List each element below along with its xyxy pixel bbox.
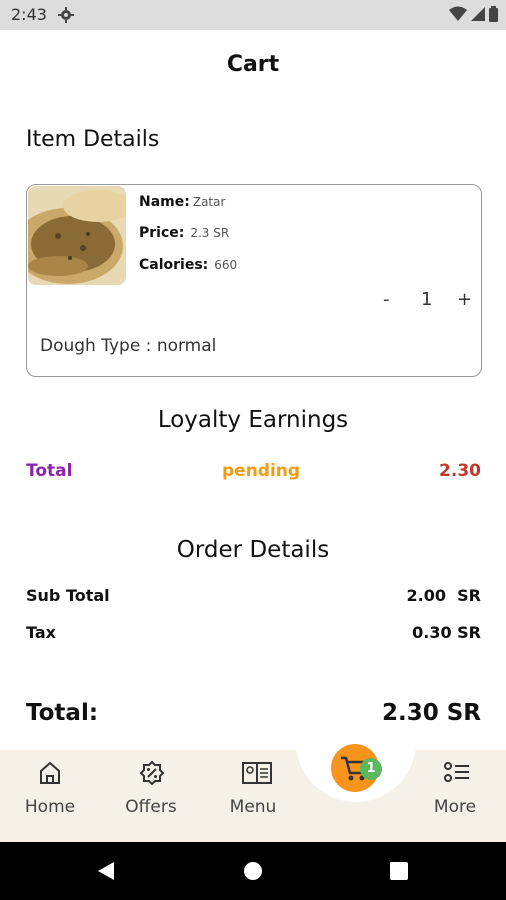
home-icon [40,761,60,784]
item-calories-row: Calories: 660 [139,257,237,273]
quantity-value: 1 [421,289,433,310]
signal-icon [471,7,485,21]
nav-menu[interactable]: Menu [213,750,293,842]
nav-more[interactable]: More [415,750,495,842]
item-image [28,186,126,285]
loyalty-pending-label: pending [222,461,301,481]
item-price-row: Price: 2.3 SR [139,225,229,241]
page-title: Cart [226,52,280,77]
tax-row: Tax 0.30 SR [26,623,481,642]
nav-home[interactable]: Home [10,750,90,842]
loyalty-title: Loyalty Earnings [157,407,349,433]
subtotal-label: Sub Total [26,586,110,605]
battery-icon [489,6,498,22]
decrease-quantity-button[interactable]: - [383,289,390,310]
item-name-row: Name: Zatar [139,194,225,210]
status-bar: 2:43 [0,0,506,30]
increase-quantity-button[interactable]: + [457,289,472,310]
loyalty-total-label: Total [26,461,73,481]
more-icon [444,762,469,782]
item-calories-value: 660 [214,258,238,272]
item-price-label: Price: [139,225,185,241]
system-navigation-bar [0,842,506,900]
dough-type: Dough Type : normal [40,336,217,356]
subtotal-row: Sub Total 2.00 SR [26,586,481,605]
item-name-value: Zatar [192,195,226,209]
menu-icon [242,762,272,784]
item-price-value: 2.3 SR [190,226,230,240]
offers-icon [139,760,165,786]
cart-item-card: Name: Zatar Price: 2.3 SR Calories: 660 - 1… [26,184,482,377]
recents-icon[interactable] [390,862,408,880]
order-details-title: Order Details [176,537,330,563]
total-label: Total: [26,700,99,726]
subtotal-value: 2.00 SR [406,586,481,605]
tax-value: 0.30 SR [412,623,481,642]
item-calories-label: Calories: [139,257,209,273]
tax-label: Tax [26,623,56,642]
nav-home-label: Home [24,797,76,817]
loyalty-amount: 2.30 [439,461,481,481]
home-circle-icon[interactable] [243,861,263,881]
total-value: 2.30 SR [381,700,481,726]
total-row: Total: 2.30 SR [26,700,481,726]
settings-gear-icon [58,7,74,23]
wifi-icon [449,6,467,21]
nav-menu-label: Menu [229,797,277,817]
item-details-title: Item Details [26,127,160,152]
nav-more-label: More [433,797,477,817]
nav-offers-label: Offers [125,797,177,817]
nav-offers[interactable]: Offers [111,750,191,842]
item-name-label: Name: [139,194,190,210]
cart-count-badge: 1 [360,758,382,780]
bottom-navigation: Home Offers Menu More [0,750,506,842]
status-time: 2:43 [11,5,47,24]
back-icon[interactable] [96,861,116,881]
